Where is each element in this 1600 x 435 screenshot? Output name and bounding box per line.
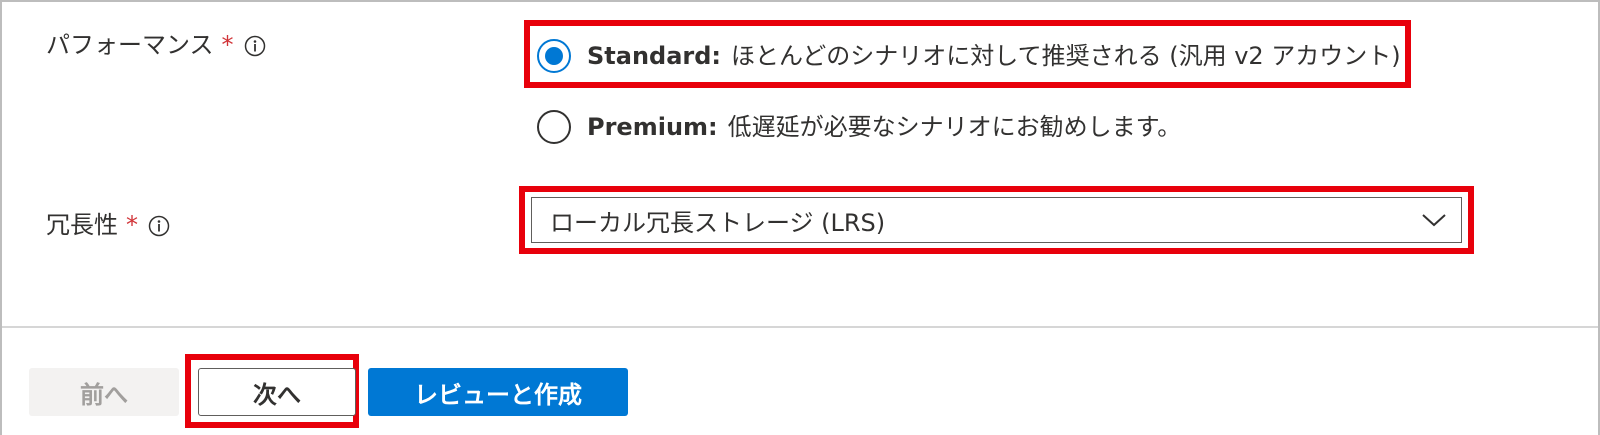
option-name: Standard: (587, 42, 722, 70)
performance-label: パフォーマンス (46, 31, 214, 59)
option-name: Premium: (587, 113, 718, 141)
redundancy-label-group: 冗長性 * (46, 210, 170, 240)
option-description: 低遅延が必要なシナリオにお勧めします。 (727, 113, 1182, 141)
performance-option-premium[interactable]: Premium: 低遅延が必要なシナリオにお勧めします。 (537, 110, 1181, 144)
redundancy-dropdown[interactable]: ローカル冗長ストレージ (LRS) (531, 197, 1462, 243)
next-button[interactable]: 次へ (198, 368, 356, 416)
chevron-down-icon[interactable] (1421, 208, 1447, 230)
performance-label-group: パフォーマンス * (46, 30, 266, 60)
footer-divider (2, 326, 1598, 328)
info-icon[interactable] (244, 34, 266, 57)
radio-checked-icon[interactable] (537, 39, 571, 73)
info-icon[interactable] (148, 214, 170, 237)
radio-unchecked-icon[interactable] (537, 110, 571, 144)
required-marker: * (126, 211, 138, 239)
redundancy-label: 冗長性 (46, 211, 118, 239)
option-description: ほとんどのシナリオに対して推奨される (汎用 v2 アカウント) (731, 42, 1401, 70)
required-marker: * (221, 31, 234, 59)
performance-option-standard[interactable]: Standard: ほとんどのシナリオに対して推奨される (汎用 v2 アカウン… (537, 39, 1401, 73)
storage-account-basics-panel: パフォーマンス * Standard: ほとんどのシナリオに対して推奨される (… (0, 0, 1600, 435)
redundancy-selected-value: ローカル冗長ストレージ (LRS) (550, 208, 886, 237)
review-create-button[interactable]: レビューと作成 (368, 368, 628, 416)
previous-button[interactable]: 前へ (29, 368, 179, 416)
